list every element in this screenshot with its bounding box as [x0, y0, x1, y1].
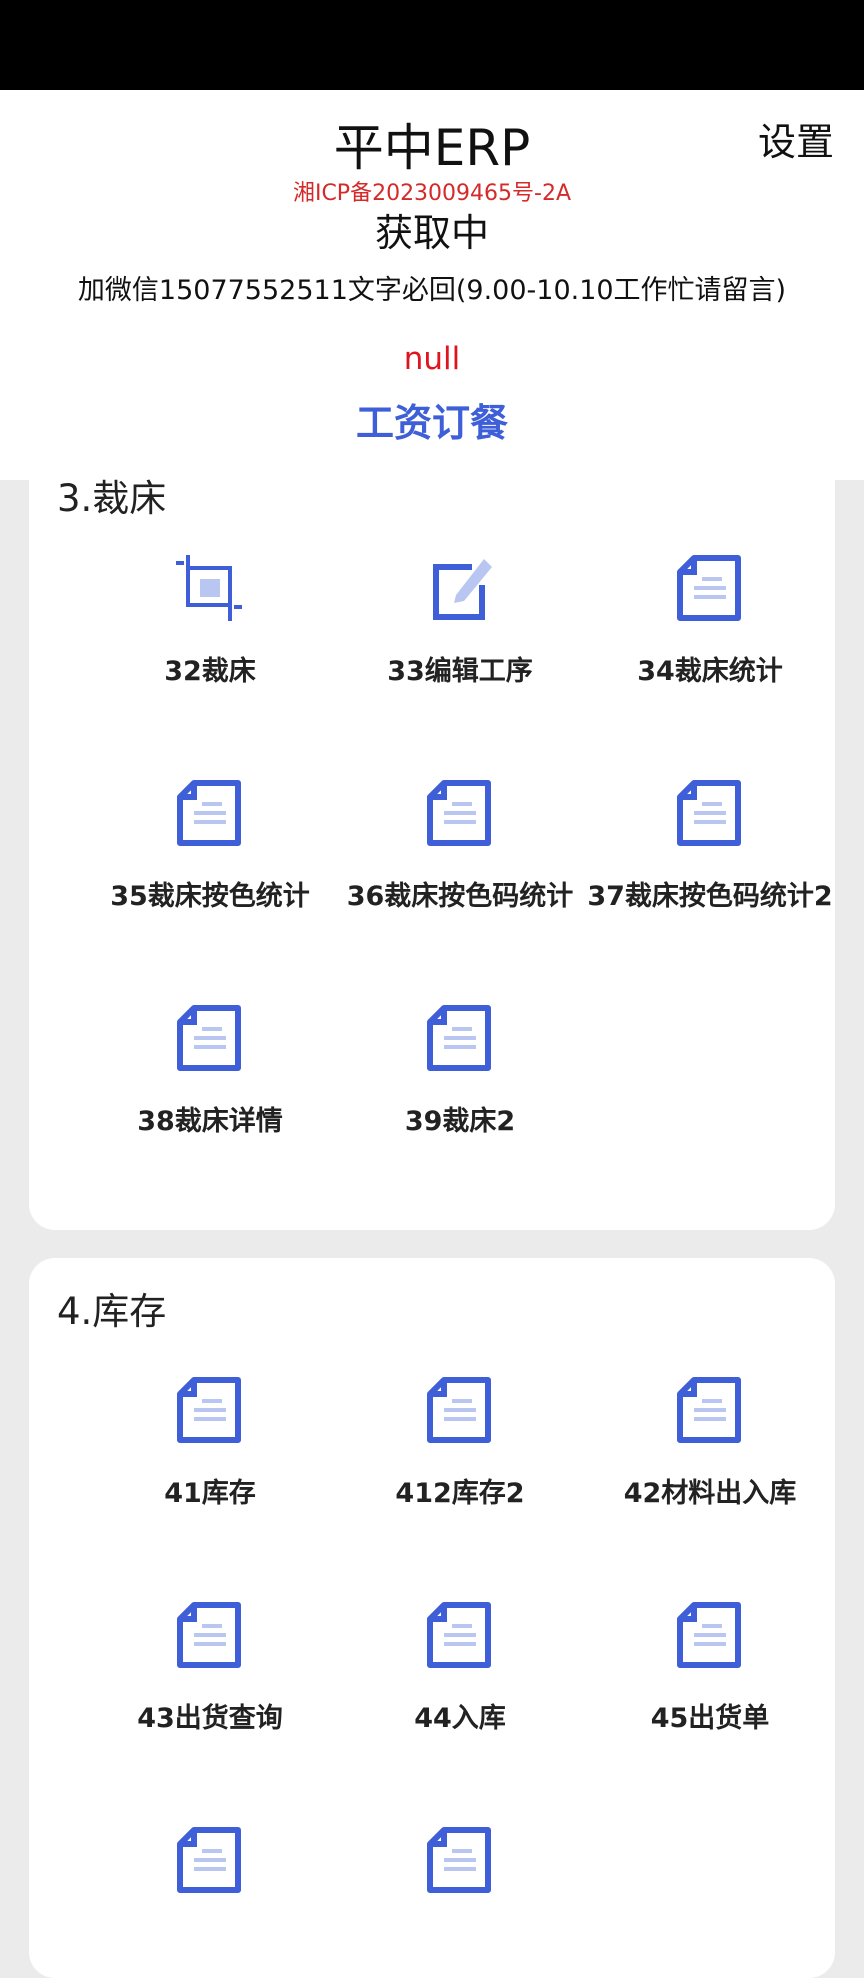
section-title: 4.库存 — [57, 1290, 167, 1333]
section-card-inventory: 4.库存 41库存 412库存2 42材料出入库 43出货查询 44入库 45出… — [29, 1258, 835, 1978]
menu-item-label: 39裁床2 — [404, 1106, 516, 1137]
null-value-text: null — [403, 341, 461, 377]
app-title: 平中ERP — [333, 119, 531, 177]
document-icon — [677, 1377, 741, 1443]
document-icon — [427, 780, 491, 846]
menu-item-label: 35裁床按色统计 — [110, 881, 310, 912]
icp-license-link[interactable]: 湘ICP备2023009465号-2A — [0, 180, 864, 208]
menu-item-label: 32裁床 — [164, 656, 256, 687]
menu-item-label: 45出货单 — [650, 1703, 770, 1734]
menu-item-label: 42材料出入库 — [623, 1478, 797, 1509]
menu-item-label: 36裁床按色码统计 — [346, 881, 574, 912]
document-icon — [177, 780, 241, 846]
document-icon — [677, 1602, 741, 1668]
document-icon — [427, 1602, 491, 1668]
document-icon — [427, 1005, 491, 1071]
document-icon — [427, 1827, 491, 1893]
contact-text: 加微信15077552511文字必回(9.00-10.10工作忙请留言) — [77, 275, 787, 306]
menu-item-label: 44入库 — [414, 1703, 506, 1734]
status-bar — [0, 0, 864, 90]
edit-icon — [433, 559, 492, 620]
document-icon — [177, 1602, 241, 1668]
menu-item-label: 33编辑工序 — [387, 656, 533, 687]
section-card-cutting: 3.裁床 32裁床 33编辑工序 34裁床统计 35裁床按色统计 36裁床按色码… — [29, 440, 835, 1230]
menu-item-label: 37裁床按色码统计2 — [587, 881, 833, 912]
menu-item-label: 412库存2 — [395, 1478, 525, 1509]
crop-icon — [176, 555, 242, 621]
document-icon — [427, 1377, 491, 1443]
menu-item-label: 43出货查询 — [137, 1703, 283, 1734]
document-icon — [177, 1005, 241, 1071]
document-icon — [677, 780, 741, 846]
menu-item-label: 38裁床详情 — [137, 1106, 283, 1137]
menu-item-label: 34裁床统计 — [637, 656, 783, 687]
app-header: 平中ERP 设置 湘ICP备2023009465号-2A 获取中 加微信1507… — [0, 90, 864, 480]
menu-item-label: 41库存 — [164, 1478, 256, 1509]
document-icon — [677, 555, 741, 621]
section-title: 3.裁床 — [57, 477, 167, 520]
status-text: 获取中 — [374, 211, 489, 255]
document-icon — [177, 1827, 241, 1893]
settings-button[interactable]: 设置 — [758, 120, 834, 164]
document-icon — [177, 1377, 241, 1443]
